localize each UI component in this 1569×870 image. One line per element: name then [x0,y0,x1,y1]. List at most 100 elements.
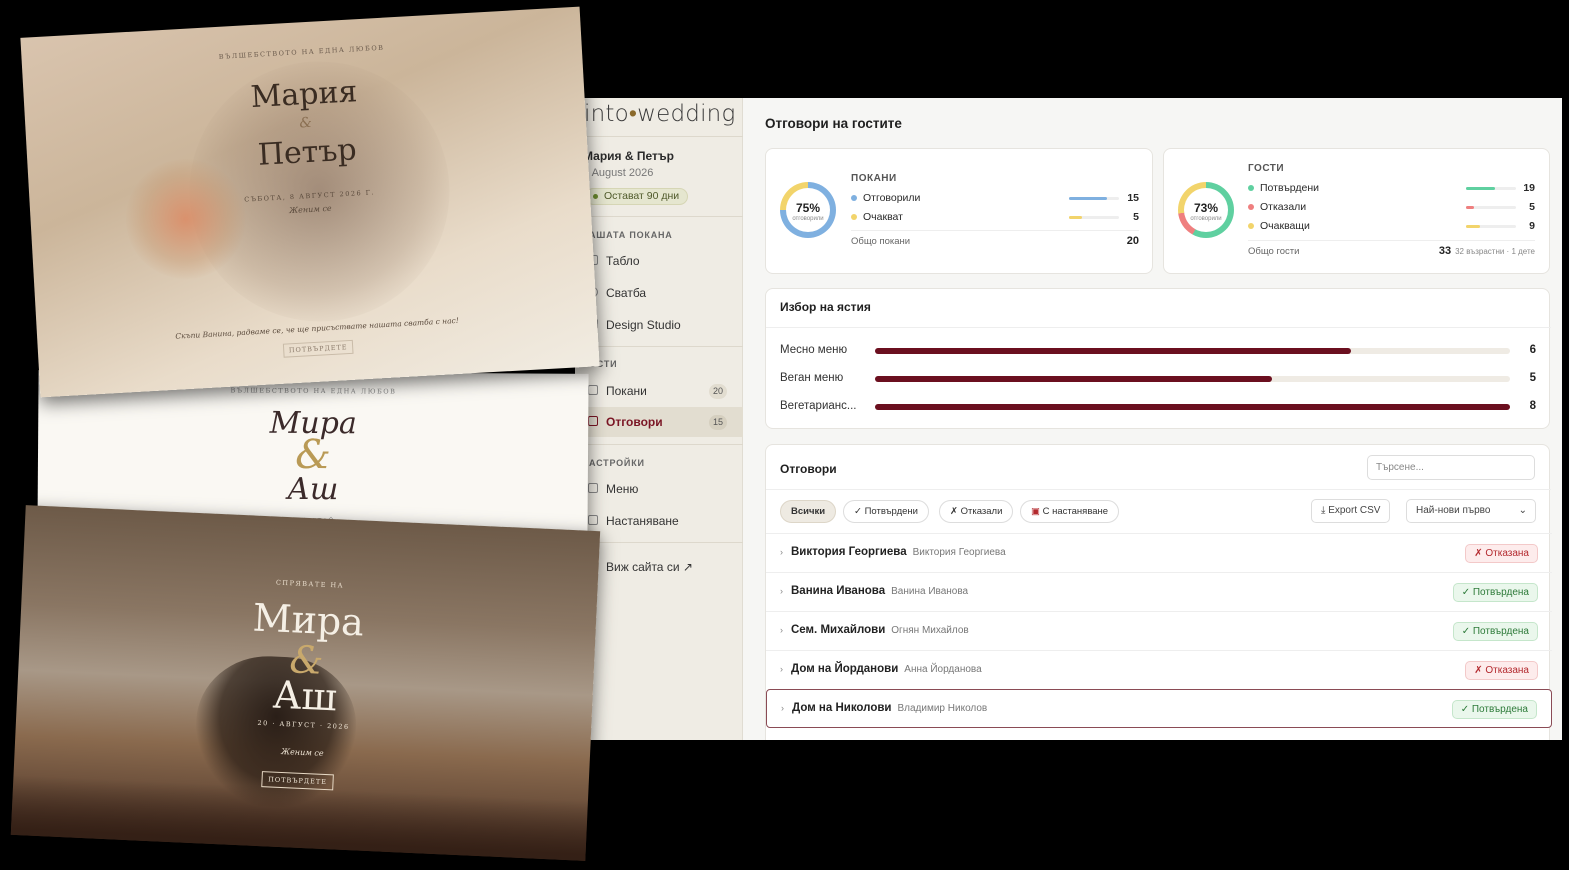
divider [851,230,1139,231]
divider [766,327,1551,328]
sidebar-item-dashboard[interactable]: Табло [575,246,743,276]
response-title: Дом на Николови [792,702,892,714]
stat-name: Очакващи [1260,220,1310,232]
meal-choice-card: Избор на ястия Месно меню 6 Веган меню 5… [765,288,1551,429]
couple-name: Мария & Петър [583,149,674,163]
sort-label: Най-нови първо [1416,505,1491,516]
count-badge: 20 [709,384,727,399]
response-title: Виктория Георгиева [791,546,907,558]
stat-fill [1466,187,1495,190]
divider [1248,240,1535,241]
site-rsvp-button[interactable]: ПОТВЪРДЕТЕ [282,339,354,358]
chevron-down-icon: ⌄ [1518,505,1527,516]
total-label: Общо гости [1248,246,1300,257]
site-preview-mira-ash-sunset: СПРЯВАТЕ НА Мира & Аш 20 · АВГУСТ · 2026… [10,505,601,861]
total-value-wrap: 33 32 възрастни · 1 дете [1439,245,1535,257]
stat-value: 19 [1523,182,1535,194]
guests-stat-confirmed: Потвърдени 19 [1248,181,1535,197]
sidebar-item-label: Табло [606,254,640,268]
response-name: Виктория Георгиева Виктория Георгиева [791,546,1006,558]
meal-track [875,348,1510,354]
table-row[interactable]: › Сем. Михайлови Огнян Михайлов ✓ Потвърд… [766,611,1552,650]
table-row[interactable]: › Дом на Йорданови Анна Йорданова ✗ Отказ… [766,650,1552,689]
sidebar-item-seating[interactable]: Настаняване [575,506,743,536]
logo-text-right: wedding [637,101,736,127]
app-logo[interactable]: into•wedding [584,100,735,127]
meal-value: 6 [1529,344,1536,356]
view-site-label: Виж сайта си ↗ [606,560,693,574]
menu-icon [588,483,598,493]
sidebar-item-menu[interactable]: Меню [575,474,743,504]
guests-donut-chart: 73% отговорили [1178,182,1234,238]
response-contact: Ванина Иванова [891,586,969,597]
chevron-right-icon[interactable]: › [780,625,783,635]
stat-fill [1069,197,1107,200]
response-name: Дом на Йорданови Анна Йорданова [791,663,982,675]
meal-bar [875,348,1352,354]
guests-total: Общо гости 33 32 възрастни · 1 дете [1248,245,1535,257]
invites-total: Общо покани 20 [851,235,1139,247]
invites-percent: 75% [795,201,821,215]
chevron-right-icon[interactable]: › [780,664,783,674]
sidebar: into•wedding Мария & Петър 8 August 2026… [575,98,743,740]
stat-name: Отказали [1260,201,1307,213]
legend-dot [1248,223,1254,229]
stat-track [1069,216,1119,219]
invites-donut-chart: 75% отговорили [780,182,836,238]
stat-track [1466,206,1516,209]
sort-select[interactable]: Най-нови първо ⌄ [1406,499,1536,523]
meal-row-meat: Месно меню 6 [780,341,1536,361]
wedding-date: 8 August 2026 [583,167,654,179]
meal-bar [875,404,1510,410]
filter-confirmed[interactable]: ✓ Потвърдени [843,500,929,523]
view-site-link[interactable]: Виж сайта си ↗ [575,552,743,582]
stat-track [1466,225,1516,228]
meal-row-vegetarian: Вегетарианс... 8 [780,397,1536,417]
invites-percent-label: отговорили [792,216,824,222]
table-row[interactable]: › Ванина Иванова Ванина Иванова ✓ Потвърд… [766,572,1552,611]
site-preview-maria-petar: ВЪЛШЕБСТВОТО НА ЕДНА ЛЮБОВ Мария & Петър… [20,6,600,398]
filter-declined[interactable]: ✗ Отказали [939,500,1014,523]
sidebar-item-invites[interactable]: Покани 20 [575,376,743,406]
sidebar-item-label: Настаняване [606,514,679,528]
chat-icon [588,416,598,426]
meal-choice-title: Избор на ястия [780,300,871,314]
filter-all[interactable]: Всички [780,500,837,523]
response-contact: Виктория Георгиева [912,547,1006,558]
sidebar-item-responses[interactable]: Отговори 15 [575,407,743,437]
response-name: Ванина Иванова Ванина Иванова [791,585,968,597]
sidebar-item-wedding[interactable]: Сватба [575,278,743,308]
table-row[interactable]: › Дом на Николови Владимир Николов ✓ Потв… [766,689,1552,728]
site-rsvp-button[interactable]: ПОТВЪРДЕТЕ [261,771,334,791]
sidebar-divider [575,444,743,445]
chevron-right-icon[interactable]: › [780,547,783,557]
seat-icon: ▣ [1031,506,1043,517]
chevron-right-icon[interactable]: › [781,703,784,713]
stat-name: Потвърдени [1260,182,1319,194]
sidebar-item-label: Отговори [606,415,663,429]
sidebar-section-invite: АШАТА ПОКАНА [589,230,673,240]
envelope-icon [588,385,598,395]
sidebar-item-design-studio[interactable]: Design Studio [575,310,743,340]
export-csv-button[interactable]: ⤓ Export CSV [1311,499,1391,523]
meal-row-vegan: Веган меню 5 [780,369,1536,389]
meal-name: Вегетарианс... [780,400,857,412]
seat-icon [588,515,598,525]
count-badge: 15 [709,415,727,430]
table-row[interactable]: › Виктория Георгиева Виктория Георгиева ✗… [766,533,1552,572]
response-contact: Огнян Михайлов [891,625,969,636]
meal-track [875,404,1510,410]
meal-track [875,376,1510,382]
stat-name: Очакват [863,211,903,223]
meal-name: Месно меню [780,344,848,356]
filter-seating[interactable]: ▣ С настаняване [1020,500,1120,523]
chevron-right-icon[interactable]: › [780,586,783,596]
meal-value: 5 [1529,372,1536,384]
response-contact: Владимир Николов [897,703,988,714]
search-input[interactable]: Търсене... [1367,455,1535,480]
sidebar-divider [575,542,743,543]
invites-stat-pending: Очакват 5 [851,210,1139,226]
status-badge: ✗ Отказана [1465,661,1538,680]
legend-dot [851,195,857,201]
site-name-second: Аш [287,471,339,508]
